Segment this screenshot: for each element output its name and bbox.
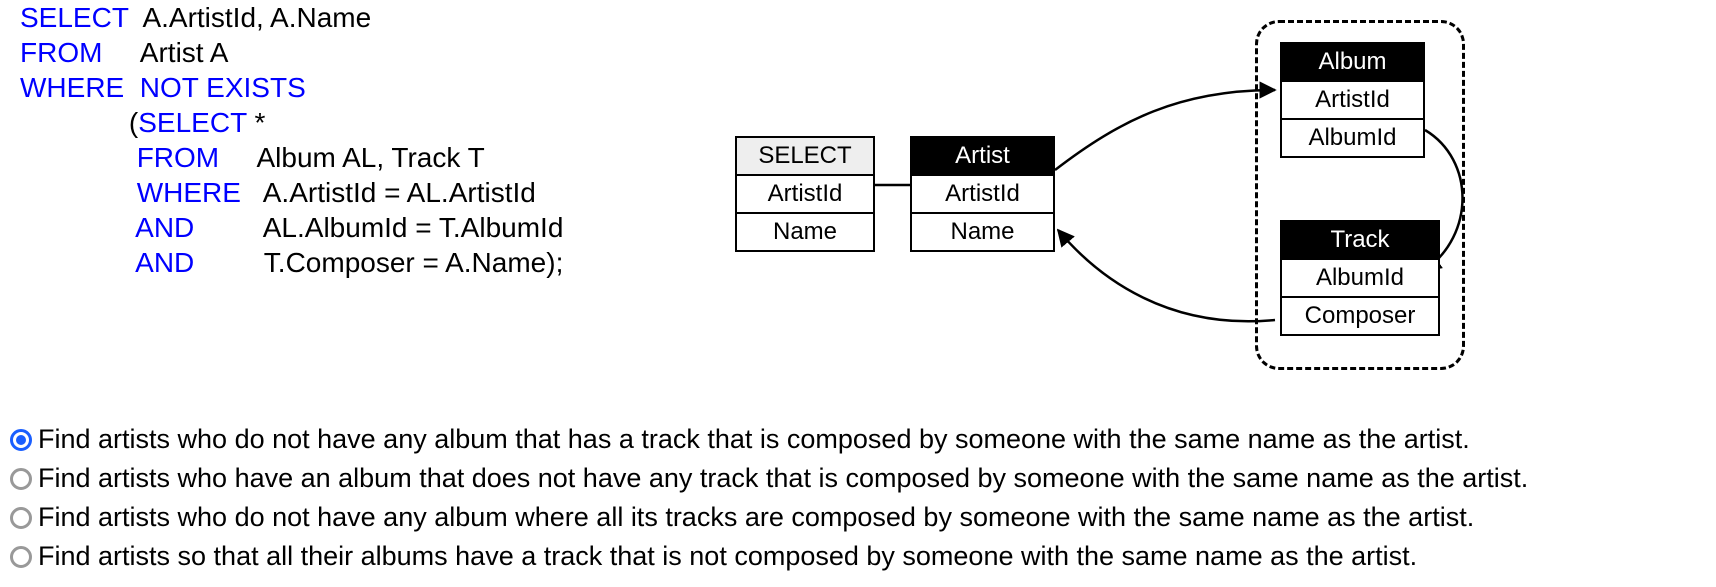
- sql-code-block: SELECT A.ArtistId, A.Name FROM Artist A …: [20, 0, 563, 280]
- artist-col-artistid: ArtistId: [912, 174, 1053, 212]
- album-col-artistid: ArtistId: [1282, 80, 1423, 118]
- kw-from-inner: FROM: [137, 142, 219, 173]
- sql-text: *: [254, 107, 265, 138]
- artist-header: Artist: [912, 138, 1053, 174]
- radio-icon[interactable]: [10, 546, 32, 568]
- kw-not-exists: NOT EXISTS: [140, 72, 306, 103]
- select-header: SELECT: [737, 138, 873, 174]
- select-col-name: Name: [737, 212, 873, 250]
- answer-options: Find artists who do not have any album t…: [10, 420, 1528, 577]
- track-col-albumid: AlbumId: [1282, 258, 1438, 296]
- paren: (: [129, 107, 138, 138]
- kw-select-inner: SELECT: [138, 107, 246, 138]
- sql-text: Artist A: [140, 37, 229, 68]
- kw-and-2: AND: [135, 247, 194, 278]
- track-col-composer: Composer: [1282, 296, 1438, 334]
- sql-text: A.ArtistId = AL.ArtistId: [263, 177, 536, 208]
- album-col-albumid: AlbumId: [1282, 118, 1423, 156]
- sql-text: A.ArtistId, A.Name: [142, 2, 371, 33]
- option-3[interactable]: Find artists who do not have any album w…: [10, 498, 1528, 537]
- sql-text: T.Composer = A.Name);: [264, 247, 564, 278]
- kw-from: FROM: [20, 37, 102, 68]
- option-2[interactable]: Find artists who have an album that does…: [10, 459, 1528, 498]
- artist-box: Artist ArtistId Name: [910, 136, 1055, 252]
- radio-icon[interactable]: [10, 468, 32, 490]
- option-1-label: Find artists who do not have any album t…: [38, 420, 1470, 459]
- album-header: Album: [1282, 44, 1423, 80]
- option-2-label: Find artists who have an album that does…: [38, 459, 1528, 498]
- track-header: Track: [1282, 222, 1438, 258]
- option-4[interactable]: Find artists so that all their albums ha…: [10, 537, 1528, 576]
- option-3-label: Find artists who do not have any album w…: [38, 498, 1474, 537]
- track-box: Track AlbumId Composer: [1280, 220, 1440, 336]
- kw-where-inner: WHERE: [137, 177, 241, 208]
- sql-text: AL.AlbumId = T.AlbumId: [263, 212, 564, 243]
- radio-icon[interactable]: [10, 507, 32, 529]
- option-1[interactable]: Find artists who do not have any album t…: [10, 420, 1528, 459]
- option-4-label: Find artists so that all their albums ha…: [38, 537, 1417, 576]
- artist-col-name: Name: [912, 212, 1053, 250]
- schema-diagram: SELECT ArtistId Name Artist ArtistId Nam…: [730, 20, 1500, 380]
- kw-and-1: AND: [135, 212, 194, 243]
- kw-where: WHERE: [20, 72, 124, 103]
- select-col-artistid: ArtistId: [737, 174, 873, 212]
- kw-select: SELECT: [20, 2, 128, 33]
- sql-text: Album AL, Track T: [257, 142, 485, 173]
- select-box: SELECT ArtistId Name: [735, 136, 875, 252]
- radio-icon[interactable]: [10, 429, 32, 451]
- album-box: Album ArtistId AlbumId: [1280, 42, 1425, 158]
